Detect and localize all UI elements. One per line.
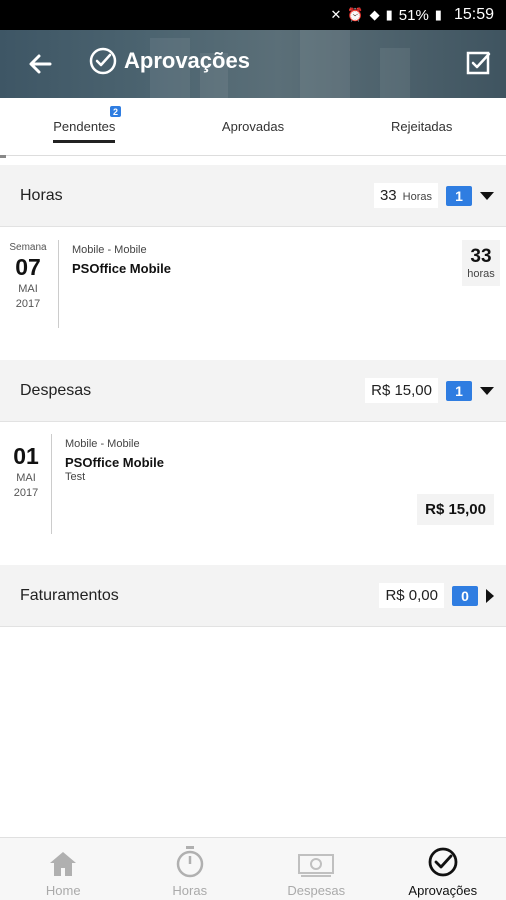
count-badge: 1 (446, 380, 472, 401)
home-icon (50, 852, 77, 876)
faturamentos-total: R$ 0,00 (379, 583, 444, 608)
status-bar: ✕ ⏰ ◆ ▮ 51% ▮ 15:59 (0, 0, 506, 30)
item-project: Mobile - Mobile (72, 244, 147, 256)
approve-all-checkbox-icon[interactable] (464, 48, 494, 78)
item-name: PSOffice Mobile (65, 455, 164, 470)
pending-count-badge: 2 (110, 106, 121, 117)
tab-label: Aprovadas (221, 119, 285, 134)
mute-icon: ✕ (330, 7, 342, 22)
tab-rejeitadas[interactable]: Rejeitadas (337, 98, 506, 155)
item-name: PSOffice Mobile (72, 261, 171, 276)
tab-label: Pendentes (53, 119, 116, 143)
nav-label: Aprovações (408, 883, 478, 898)
section-title: Faturamentos (20, 586, 119, 604)
item-info: Mobile - Mobile PSOffice Mobile Test (65, 438, 164, 483)
date-prefix: Semana (9, 242, 47, 253)
count-badge: 0 (452, 585, 478, 606)
total-value: R$ 0,00 (385, 587, 438, 604)
total-unit: Horas (402, 191, 432, 203)
signal-icon: ▮ (385, 7, 393, 22)
item-date: Semana 07 MAI 2017 (8, 242, 48, 310)
item-info: Mobile - Mobile PSOffice Mobile (72, 244, 171, 276)
section-header-faturamentos[interactable]: Faturamentos R$ 0,00 0 (0, 565, 506, 627)
hours-label: horas (467, 268, 495, 280)
check-circle-icon (428, 847, 458, 877)
nav-label: Horas (172, 883, 208, 898)
clock: 15:59 (453, 6, 494, 23)
hours-value: 33 (470, 246, 492, 267)
date-year: 2017 (13, 487, 39, 499)
hours-box: 33 horas (462, 240, 500, 286)
total-value: R$ 15,00 (371, 382, 432, 399)
item-date: 01 MAI 2017 (8, 442, 44, 499)
loading-indicator (0, 155, 6, 158)
bottom-navigation: Home Horas Despesas Aprovações (0, 837, 506, 900)
battery-percent: 51% (398, 6, 429, 24)
list-item[interactable]: Semana 07 MAI 2017 Mobile - Mobile PSOff… (0, 228, 506, 360)
tab-aprovadas[interactable]: Aprovadas (169, 98, 338, 155)
tab-bar: Pendentes 2 Aprovadas Rejeitadas (0, 98, 506, 156)
tab-pendentes[interactable]: Pendentes 2 (0, 98, 169, 155)
app-header: Aprovações (0, 30, 506, 98)
despesas-total: R$ 15,00 (365, 378, 438, 403)
date-day: 01 (13, 443, 39, 469)
item-project: Mobile - Mobile (65, 438, 140, 450)
nav-horas[interactable]: Horas (127, 838, 254, 900)
money-icon (298, 854, 335, 877)
nav-label: Home (45, 883, 81, 898)
collapse-arrow-icon[interactable] (486, 588, 494, 603)
divider (58, 240, 59, 328)
tab-label: Rejeitadas (390, 119, 453, 134)
section-title: Despesas (20, 381, 92, 399)
nav-despesas[interactable]: Despesas (253, 838, 380, 900)
nav-home[interactable]: Home (0, 838, 127, 900)
horas-total: 33 Horas (373, 183, 438, 208)
date-day: 07 (15, 254, 41, 280)
section-title: Horas (20, 186, 63, 204)
divider (51, 434, 52, 534)
section-header-despesas[interactable]: Despesas R$ 15,00 1 (0, 360, 506, 422)
back-arrow-icon[interactable] (24, 48, 56, 80)
alarm-icon: ⏰ (347, 7, 364, 22)
expand-arrow-icon[interactable] (480, 191, 494, 200)
check-circle-icon (89, 47, 117, 75)
list-item[interactable]: 01 MAI 2017 Mobile - Mobile PSOffice Mob… (0, 422, 506, 565)
stopwatch-icon (176, 846, 203, 878)
wifi-icon: ◆ (369, 7, 380, 22)
expense-value: R$ 15,00 (417, 494, 494, 525)
battery-icon: ▮ (434, 7, 442, 22)
nav-label: Despesas (287, 883, 346, 898)
date-month: MAI (18, 283, 38, 295)
expand-arrow-icon[interactable] (480, 386, 494, 395)
total-value: 33 (379, 187, 397, 204)
section-header-horas[interactable]: Horas 33 Horas 1 (0, 165, 506, 227)
page-title: Aprovações (124, 48, 250, 73)
count-badge: 1 (446, 185, 472, 206)
item-description: Test (65, 471, 86, 483)
nav-aprovacoes[interactable]: Aprovações (380, 838, 506, 900)
date-year: 2017 (15, 298, 41, 310)
header-title-group: Aprovações (88, 46, 250, 76)
date-month: MAI (16, 472, 36, 484)
